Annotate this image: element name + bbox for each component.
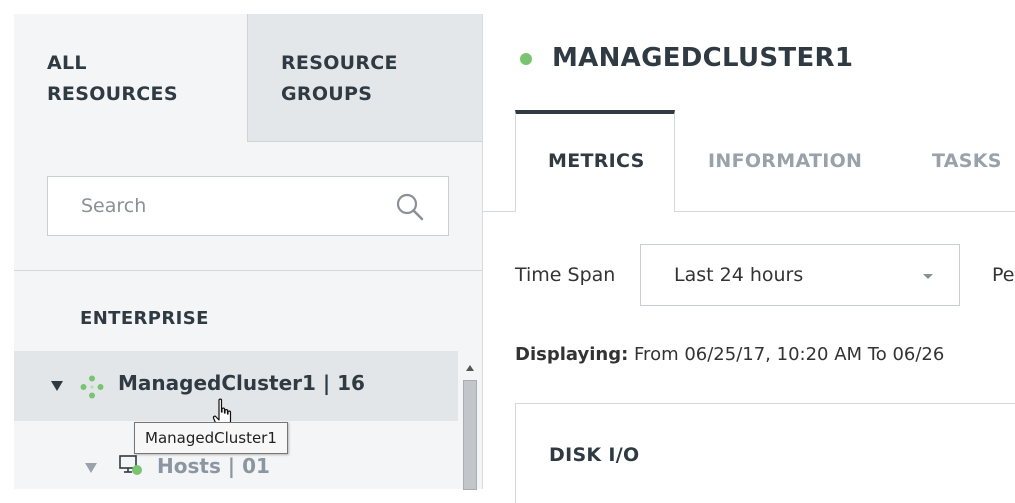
scrollbar-thumb[interactable]	[463, 380, 477, 490]
tab-all-resources-label: ALL RESOURCES	[47, 52, 178, 105]
cluster-icon	[80, 375, 104, 399]
displaying-text: From 06/25/17, 10:20 AM To 06/26	[634, 344, 945, 365]
displaying-label: Displaying:	[515, 344, 629, 365]
tab-tasks[interactable]: TASKS	[932, 150, 1002, 172]
status-dot-icon	[520, 53, 532, 65]
host-icon	[119, 455, 142, 475]
displaying-range: Displaying: From 06/25/17, 10:20 AM To 0…	[515, 344, 944, 365]
time-span-label: Time Span	[515, 264, 616, 286]
card-title: DISK I/O	[549, 444, 640, 466]
search-input[interactable]	[49, 178, 379, 234]
scroll-up-icon[interactable]	[460, 359, 480, 377]
tab-all-resources[interactable]: ALL RESOURCES	[14, 14, 247, 142]
tab-metrics-label[interactable]: METRICS	[548, 150, 645, 172]
tree-item-label[interactable]: Hosts | 01	[157, 454, 270, 478]
resource-tabs: ALL RESOURCES RESOURCE GROUPS	[14, 14, 482, 142]
tab-resource-groups[interactable]: RESOURCE GROUPS	[247, 14, 482, 142]
resource-panel: ALL RESOURCES RESOURCE GROUPS ENTERPRISE…	[14, 14, 483, 490]
tab-resource-groups-label: RESOURCE GROUPS	[281, 52, 398, 105]
page-title: MANAGEDCLUSTER1	[552, 43, 854, 73]
tree-item-label[interactable]: ManagedCluster1 | 16	[118, 371, 365, 395]
detail-panel: MANAGEDCLUSTER1 METRICS INFORMATION TASK…	[483, 14, 1015, 503]
section-title-enterprise: ENTERPRISE	[80, 308, 209, 329]
expand-caret-icon[interactable]	[50, 380, 64, 392]
search-icon[interactable]	[394, 191, 426, 223]
time-span-select[interactable]: Last 24 hours	[640, 244, 960, 306]
period-label-partial: Pe	[992, 264, 1015, 286]
disk-io-card: DISK I/O	[515, 403, 1015, 503]
tab-information[interactable]: INFORMATION	[708, 150, 862, 172]
time-span-value: Last 24 hours	[674, 264, 804, 286]
chevron-down-icon	[923, 274, 933, 279]
search-box	[47, 176, 449, 236]
panel-divider	[14, 270, 482, 271]
tooltip: ManagedCluster1	[134, 422, 288, 454]
expand-caret-icon[interactable]	[84, 462, 98, 474]
